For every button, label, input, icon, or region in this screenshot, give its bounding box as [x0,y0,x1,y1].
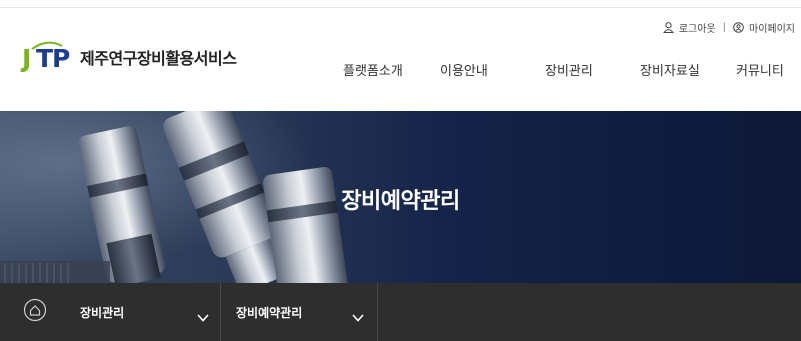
breadcrumb-home[interactable] [0,283,70,341]
util-separator: | [722,22,726,33]
hero-banner: 장비예약관리 [0,111,801,283]
page-title: 장비예약관리 [341,189,460,214]
nav-item-platform-intro[interactable]: 플랫폼소개 [343,60,403,79]
home-icon [23,298,47,326]
nav-item-equipment-library[interactable]: 장비자료실 [640,60,700,79]
mypage-icon [733,22,744,33]
breadcrumb-level2-label: 장비예약관리 [236,306,303,320]
utility-links: 로그아웃 | 마이페이지 [662,20,795,35]
logout-link[interactable]: 로그아웃 [679,20,716,35]
breadcrumb-level1-dropdown[interactable]: 장비관리 [70,283,221,341]
nav-item-usage-guide[interactable]: 이용안내 [440,60,488,79]
top-divider [0,7,801,8]
user-icon [662,22,674,33]
chevron-down-icon [352,307,364,326]
chevron-down-icon [197,307,209,326]
mypage-link[interactable]: 마이페이지 [749,20,795,35]
breadcrumb-level1-label: 장비관리 [80,306,125,320]
breadcrumb-level2-dropdown[interactable]: 장비예약관리 [221,283,378,341]
breadcrumb: 장비관리 장비예약관리 [0,283,801,341]
nav-item-community[interactable]: 커뮤니티 [736,60,784,79]
nav-item-equipment-management[interactable]: 장비관리 [545,60,593,79]
main-navigation: 플랫폼소개 이용안내 장비관리 장비자료실 커뮤니티 [0,60,801,84]
